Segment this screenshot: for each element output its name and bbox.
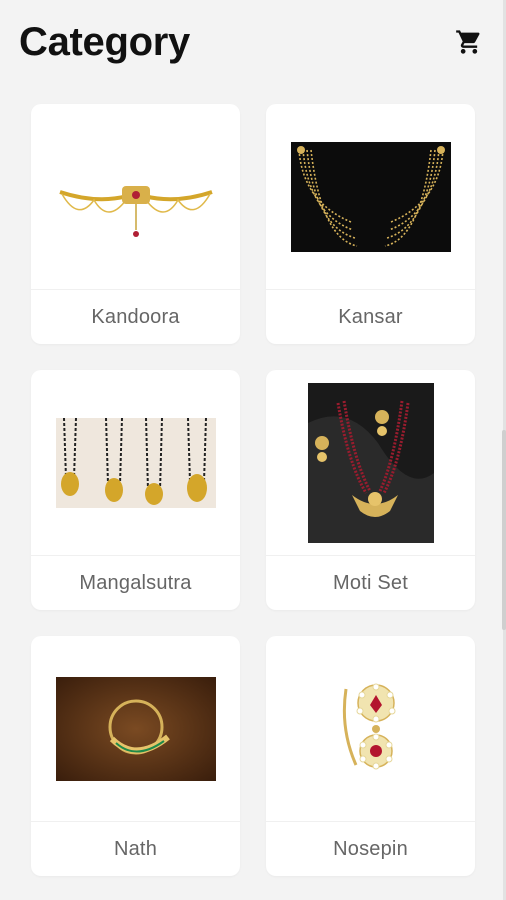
category-label: Nosepin xyxy=(333,837,408,860)
category-image-kansar xyxy=(266,104,475,290)
category-image-kandoora xyxy=(31,104,240,290)
category-card-kandoora[interactable]: Kandoora xyxy=(31,104,240,344)
category-card-moti-set[interactable]: Moti Set xyxy=(266,370,475,610)
category-label: Mangalsutra xyxy=(79,571,192,594)
category-card-mangalsutra[interactable]: Mangalsutra xyxy=(31,370,240,610)
category-image-mangalsutra xyxy=(31,370,240,556)
shopping-cart-icon xyxy=(456,30,480,54)
category-card-kansar[interactable]: Kansar xyxy=(266,104,475,344)
app-bar: Category xyxy=(0,0,506,90)
cart-button[interactable] xyxy=(454,27,484,57)
category-image-moti-set xyxy=(266,370,475,556)
category-image-nath xyxy=(31,636,240,822)
category-card-nath[interactable]: Nath xyxy=(31,636,240,876)
category-card-nosepin[interactable]: Nosepin xyxy=(266,636,475,876)
category-grid: Kandoora Kansar Mangalsutra Moti Set Nat… xyxy=(31,104,475,876)
category-label: Kansar xyxy=(338,305,403,328)
category-label: Moti Set xyxy=(333,571,408,594)
category-image-nosepin xyxy=(266,636,475,822)
page-title: Category xyxy=(19,19,190,64)
category-label: Kandoora xyxy=(91,305,180,328)
scrollbar-thumb[interactable] xyxy=(502,430,506,630)
category-label: Nath xyxy=(113,837,158,860)
